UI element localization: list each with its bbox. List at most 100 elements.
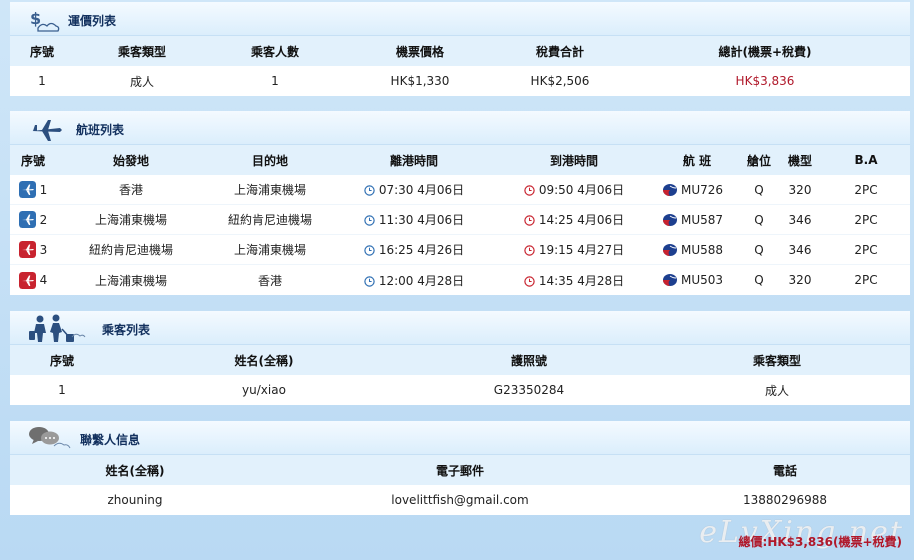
- flight-departure-cell: 11:30 4月06日: [334, 211, 494, 228]
- arrival-clock-icon: [524, 185, 535, 196]
- china-eastern-logo-icon: [663, 274, 677, 286]
- departure-plane-icon: [18, 211, 36, 228]
- chat-bubbles-icon: [29, 427, 71, 449]
- contact-header-phone: 電話: [772, 463, 797, 478]
- china-eastern-logo-icon: [663, 183, 677, 196]
- flight-baggage: 2PC: [854, 182, 878, 197]
- flight-number-cell: MU587: [654, 213, 740, 227]
- passenger-header-type: 乘客類型: [752, 353, 801, 368]
- flight-baggage: 2PC: [854, 212, 878, 227]
- flight-header-index: 序號: [20, 153, 45, 168]
- flight-departure-cell: 07:30 4月06日: [334, 181, 494, 198]
- fare-index: 1: [38, 74, 46, 88]
- contact-header-name: 姓名(全稱): [105, 463, 165, 478]
- flight-header-arrival: 到港時間: [549, 153, 598, 168]
- flight-header-departure: 離港時間: [389, 153, 438, 168]
- flight-table-header: 序號 始發地 目的地 離港時間 到港時間 航 班 艙位 機型 B.A: [10, 145, 910, 175]
- flight-number-cell: MU726: [654, 183, 740, 197]
- flight-destination: 紐約肯尼迪機場: [227, 213, 312, 227]
- flight-index-cell: 2: [10, 211, 56, 228]
- flight-destination: 上海浦東機場: [233, 243, 306, 257]
- flight-header-aircraft: 機型: [787, 153, 812, 168]
- passenger-header-name: 姓名(全稱): [234, 353, 294, 368]
- flight-number-cell: MU588: [654, 243, 740, 257]
- china-eastern-logo-icon: [663, 243, 677, 256]
- flight-index-cell: 1: [10, 181, 56, 198]
- departure-clock-icon: [364, 215, 375, 226]
- flight-origin: 上海浦東機場: [94, 273, 167, 288]
- fare-section-header: $ 運價列表: [10, 2, 910, 36]
- fare-table-header: 序號 乘客類型 乘客人數 機票價格 稅費合計 總計(機票+稅費): [10, 36, 910, 66]
- flight-cabin: Q: [754, 212, 764, 227]
- fare-section: $ 運價列表 序號 乘客類型 乘客人數 機票價格 稅費合計 總計(機票+稅費) …: [10, 2, 910, 96]
- flight-header-flight: 航 班: [682, 153, 712, 168]
- grand-total-summary: 總價:HK$3,836(機票+稅費): [738, 535, 902, 549]
- passenger-header-index: 序號: [49, 353, 74, 368]
- passengers-luggage-icon: [29, 314, 86, 342]
- flight-departure-time: 16:25 4月26日: [378, 243, 465, 257]
- passenger-table-header: 序號 姓名(全稱) 護照號 乘客類型: [10, 345, 910, 375]
- flight-origin: 上海浦東機場: [94, 213, 167, 227]
- flight-aircraft: 320: [788, 273, 812, 287]
- departure-clock-icon: [364, 275, 375, 287]
- flight-departure-cell: 12:00 4月28日: [334, 272, 494, 289]
- fare-header-count: 乘客人數: [250, 44, 299, 59]
- flight-aircraft: 346: [788, 242, 812, 257]
- arrival-clock-icon: [524, 245, 535, 256]
- flight-departure-time: 07:30 4月06日: [378, 183, 465, 197]
- passenger-section-header: 乘客列表: [10, 311, 910, 345]
- passenger-name: yu/xiao: [242, 383, 286, 397]
- flight-origin: 香港: [118, 183, 143, 197]
- fare-ticket-price: HK$1,330: [390, 74, 450, 88]
- fare-passenger-type: 成人: [129, 74, 154, 89]
- flight-arrival-cell: 14:25 4月06日: [494, 211, 654, 228]
- flight-arrival-cell: 19:15 4月27日: [494, 241, 654, 258]
- flight-destination: 上海浦東機場: [233, 183, 306, 197]
- passenger-index: 1: [58, 383, 66, 397]
- flight-rows: 1 香港 上海浦東機場 07:30 4月06日 09:50 4月06日 MU726 Q 320…: [10, 175, 910, 295]
- table-row: 3 紐約肯尼迪機場 上海浦東機場 16:25 4月26日 19:15 4月27日 MU58…: [10, 235, 910, 265]
- table-row: 1 yu/xiao G23350284 成人: [10, 375, 910, 405]
- table-row: 2 上海浦東機場 紐約肯尼迪機場 11:30 4月06日 14:25 4月06日 MU58…: [10, 205, 910, 235]
- flight-aircraft: 346: [788, 212, 812, 227]
- contact-section-header: 聯繫人信息: [10, 421, 910, 455]
- fare-header-index: 序號: [29, 44, 54, 59]
- flight-index-cell: 3: [10, 241, 56, 258]
- airplane-icon: [32, 120, 62, 141]
- table-row: 4 上海浦東機場 香港 12:00 4月28日 14:35 4月28日 MU503 Q 320…: [10, 265, 910, 295]
- flight-departure-cell: 16:25 4月26日: [334, 241, 494, 258]
- flight-section-title: 航班列表: [76, 123, 125, 137]
- flight-header-destination: 目的地: [251, 153, 288, 168]
- passenger-section-title: 乘客列表: [102, 323, 151, 337]
- flight-cabin: Q: [754, 273, 764, 287]
- contact-table-header: 姓名(全稱) 電子郵件 電話: [10, 455, 910, 485]
- passenger-passport: G23350284: [493, 383, 565, 397]
- passenger-header-passport: 護照號: [510, 353, 547, 368]
- flight-cabin: Q: [754, 182, 764, 197]
- flight-number: MU503: [681, 273, 724, 287]
- svg-text:$: $: [30, 9, 41, 28]
- arrival-clock-icon: [524, 215, 535, 226]
- flight-index: 3: [39, 242, 48, 257]
- contact-email: lovelittfish@gmail.com: [391, 493, 529, 507]
- flight-index-cell: 4: [10, 271, 56, 289]
- fare-section-title: 運價列表: [68, 14, 117, 28]
- flight-aircraft: 320: [788, 182, 812, 197]
- table-row: 1 成人 1 HK$1,330 HK$2,506 HK$3,836: [10, 66, 910, 96]
- fare-header-price: 機票價格: [395, 44, 444, 59]
- flight-arrival-time: 09:50 4月06日: [538, 183, 625, 197]
- fare-passenger-count: 1: [271, 74, 279, 88]
- departure-clock-icon: [364, 185, 375, 196]
- contact-section-title: 聯繫人信息: [80, 433, 141, 447]
- contact-section: 聯繫人信息 姓名(全稱) 電子郵件 電話 zhouning lovelittfi…: [10, 421, 910, 515]
- contact-name: zhouning: [107, 493, 163, 507]
- money-cloud-icon: $: [30, 9, 60, 32]
- flight-departure-time: 12:00 4月28日: [378, 273, 465, 288]
- flight-destination: 香港: [257, 273, 282, 288]
- flight-arrival-time: 14:35 4月28日: [538, 273, 625, 288]
- fare-tax-total: HK$2,506: [530, 74, 590, 88]
- flight-header-cabin: 艙位: [746, 153, 771, 168]
- flight-arrival-cell: 14:35 4月28日: [494, 272, 654, 289]
- flight-arrival-time: 14:25 4月06日: [538, 213, 625, 227]
- table-row: zhouning lovelittfish@gmail.com 13880296…: [10, 485, 910, 515]
